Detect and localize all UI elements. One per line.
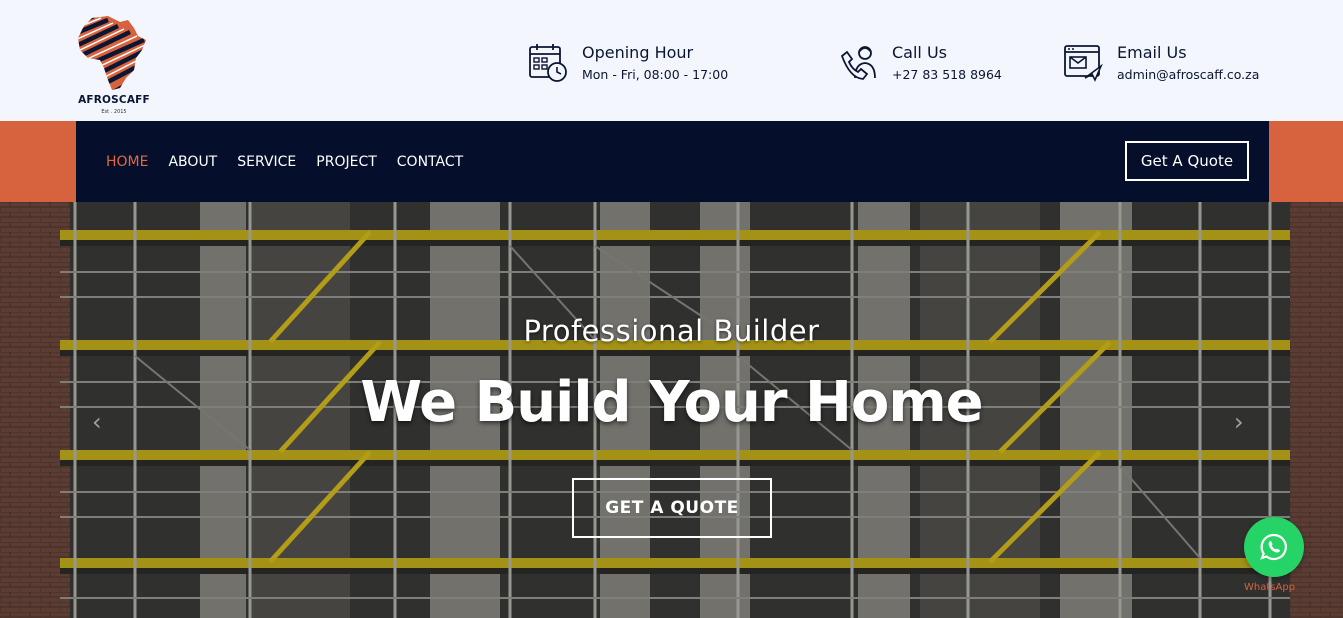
call-us-block: Call Us +27 83 518 8964 — [838, 42, 1002, 86]
email-us-address[interactable]: admin@afroscaff.co.za — [1117, 64, 1259, 86]
opening-hours-value: Mon - Fri, 08:00 - 17:00 — [582, 67, 729, 82]
get-a-quote-button[interactable]: Get A Quote — [1125, 141, 1249, 181]
call-us-title: Call Us — [892, 43, 947, 62]
calendar-clock-icon — [529, 44, 567, 82]
hero-slider: ‹ › Professional Builder We Build Your H… — [0, 202, 1343, 618]
phone-support-icon — [840, 46, 876, 80]
email-browser-icon — [1064, 45, 1103, 82]
nav-menu: HOME ABOUT SERVICE PROJECT CONTACT — [106, 151, 483, 173]
afroscaff-logo[interactable]: AFROSCAFF Est . 2015 — [74, 14, 154, 118]
nav-item-project[interactable]: PROJECT — [316, 151, 377, 173]
main-navigation: HOME ABOUT SERVICE PROJECT CONTACT Get A… — [76, 121, 1269, 202]
nav-item-contact[interactable]: CONTACT — [397, 151, 463, 173]
logo-wordmark: AFROSCAFF — [78, 94, 150, 106]
whatsapp-button[interactable] — [1244, 517, 1304, 577]
whatsapp-label: WhatsApp — [1244, 582, 1296, 593]
africa-map-icon — [78, 16, 146, 90]
top-header: AFROSCAFF Est . 2015 Opening Hour Mon - … — [0, 0, 1343, 121]
hero-title: We Build Your Home — [360, 370, 983, 435]
email-us-block: Email Us admin@afroscaff.co.za — [1063, 42, 1259, 86]
opening-hours-title: Opening Hour — [582, 43, 694, 62]
email-us-title: Email Us — [1117, 43, 1187, 62]
logo-established: Est . 2015 — [101, 109, 127, 115]
nav-item-service[interactable]: SERVICE — [237, 151, 296, 173]
nav-item-about[interactable]: ABOUT — [168, 151, 217, 173]
opening-hours-block: Opening Hour Mon - Fri, 08:00 - 17:00 — [528, 42, 728, 86]
call-us-phone[interactable]: +27 83 518 8964 — [892, 64, 1002, 86]
hero-get-a-quote-button[interactable]: GET A QUOTE — [572, 478, 772, 538]
whatsapp-icon — [1260, 533, 1287, 561]
nav-item-home[interactable]: HOME — [106, 151, 148, 173]
hero-subtitle: Professional Builder — [523, 314, 820, 348]
